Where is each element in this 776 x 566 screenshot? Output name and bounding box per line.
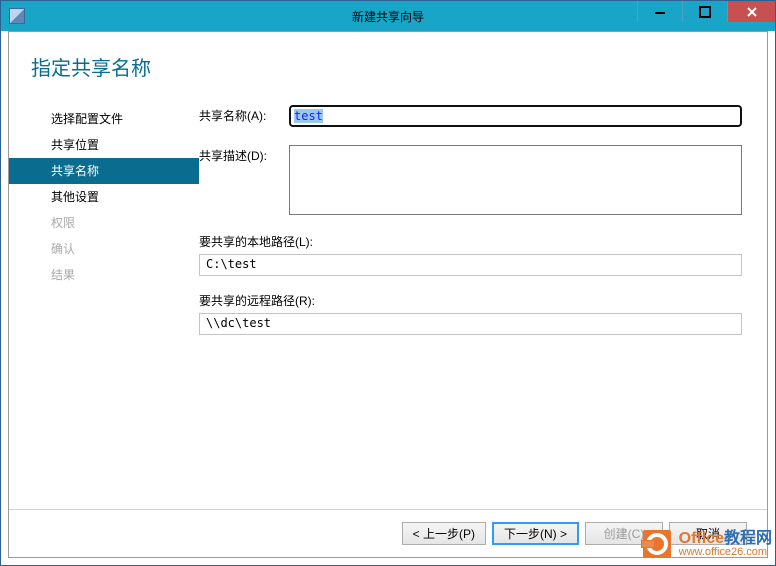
- cancel-button[interactable]: 取消: [669, 522, 747, 545]
- minimize-icon: [654, 6, 666, 18]
- window-controls: [637, 1, 775, 22]
- previous-button[interactable]: < 上一步(P): [402, 522, 486, 545]
- step-share-name[interactable]: 共享名称: [9, 158, 199, 184]
- remote-path-label: 要共享的远程路径(R):: [199, 292, 742, 309]
- close-button[interactable]: [727, 1, 775, 22]
- share-name-row: 共享名称(A):: [199, 105, 742, 127]
- share-desc-input[interactable]: [289, 145, 742, 215]
- remote-path-group: 要共享的远程路径(R): \\dc\test: [199, 292, 742, 335]
- content-pane: 指定共享名称 选择配置文件 共享位置 共享名称 其他设置 权限 确认 结果 共享…: [8, 31, 768, 558]
- step-select-profile[interactable]: 选择配置文件: [9, 106, 199, 132]
- share-desc-row: 共享描述(D):: [199, 145, 742, 215]
- share-name-input[interactable]: [289, 105, 742, 127]
- wizard-window: 新建共享向导 指定共享名称 选择配置文件 共享位置 共享名称 其他设置 权限 确…: [0, 0, 776, 566]
- local-path-group: 要共享的本地路径(L): C:\test: [199, 233, 742, 276]
- local-path-label: 要共享的本地路径(L):: [199, 233, 742, 250]
- wizard-steps-sidebar: 选择配置文件 共享位置 共享名称 其他设置 权限 确认 结果: [9, 101, 199, 351]
- next-button[interactable]: 下一步(N) >: [492, 522, 579, 545]
- step-share-location[interactable]: 共享位置: [9, 132, 199, 158]
- close-icon: [746, 6, 758, 18]
- maximize-button[interactable]: [682, 1, 727, 22]
- local-path-value: C:\test: [199, 254, 742, 276]
- remote-path-value: \\dc\test: [199, 313, 742, 335]
- share-name-label: 共享名称(A):: [199, 105, 289, 124]
- step-other-settings[interactable]: 其他设置: [9, 184, 199, 210]
- step-result: 结果: [9, 262, 199, 288]
- form-area: 共享名称(A): 共享描述(D): 要共享的本地路径(L): C:\test 要…: [199, 101, 767, 351]
- maximize-icon: [699, 6, 711, 18]
- step-confirm: 确认: [9, 236, 199, 262]
- step-permissions: 权限: [9, 210, 199, 236]
- minimize-button[interactable]: [637, 1, 682, 22]
- share-desc-label: 共享描述(D):: [199, 145, 289, 164]
- titlebar: 新建共享向导: [1, 1, 775, 31]
- wizard-footer: < 上一步(P) 下一步(N) > 创建(C) 取消: [9, 509, 767, 557]
- page-heading: 指定共享名称: [9, 32, 767, 101]
- create-button: 创建(C): [585, 522, 663, 545]
- body-row: 选择配置文件 共享位置 共享名称 其他设置 权限 确认 结果 共享名称(A): …: [9, 101, 767, 351]
